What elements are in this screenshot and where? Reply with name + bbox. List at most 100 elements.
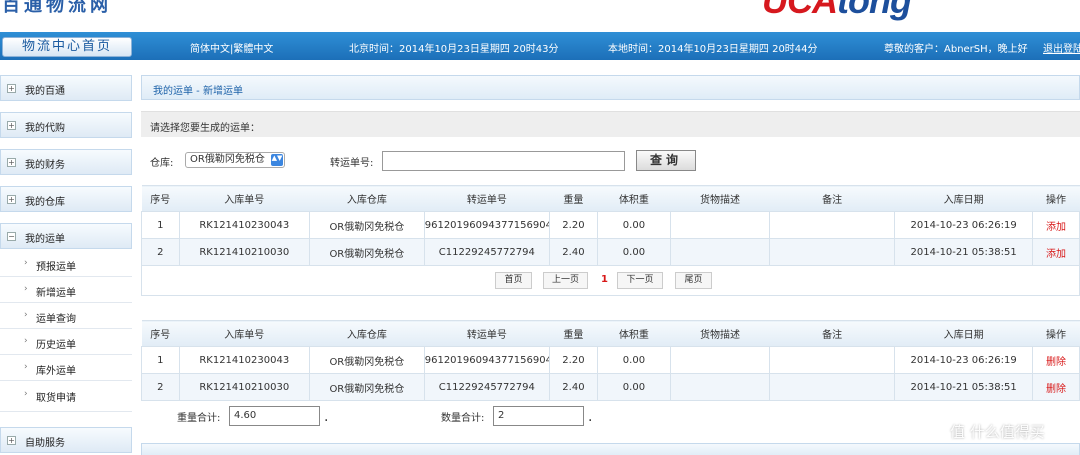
local-time: 本地时间：2014年10月23日星期四 20时44分 [608,44,818,55]
col-volume-weight: 体积重 [597,320,671,347]
expand-icon: + [7,436,16,445]
query-button[interactable]: 查询 [636,150,696,171]
sidebar-item-my-waybills[interactable]: − 我的运单 [0,223,132,249]
sidebar-subitem-forecast-waybill[interactable]: › 预报运单 [0,251,132,277]
cell-note [769,211,896,239]
sidebar-subitem-waybill-query[interactable]: › 运单查询 [0,303,132,329]
cell-description [669,373,771,401]
table-row: 1 RK121410230043 OR俄勒冈免税仓 96120196094377… [141,346,1080,374]
site-header: 百通物流网 UCAtong [0,0,1080,32]
total-count-field[interactable]: 2 [493,406,584,426]
col-note: 备注 [769,320,895,347]
first-page-button[interactable]: 首页 [495,272,532,289]
col-transfer-no: 转运单号 [424,320,550,347]
sidebar-subitem-label: 预报运单 [36,262,76,273]
cell-weight: 2.20 [548,346,598,374]
watermark: 值 什么值得买 [950,423,1045,441]
cell-transfer-no: C11229245772794 [423,238,550,266]
next-section-bar [141,443,1080,455]
warehouse-select[interactable]: OR俄勒冈免税仓 ▲▼ [185,152,285,168]
cell-warehouse: OR俄勒冈免税仓 [308,211,425,239]
col-transfer-no: 转运单号 [424,185,550,212]
sidebar-item-my-baitong[interactable]: + 我的百通 [0,75,132,101]
chevron-right-icon: › [24,336,28,346]
chevron-right-icon: › [24,389,28,399]
sidebar: + 我的百通 + 我的代购 + 我的财务 + 我的仓库 − 我的运单 › 预报运… [0,60,135,455]
sidebar-subitem-new-waybill[interactable]: › 新增运单 [0,277,132,303]
table-header-row: 序号 入库单号 入库仓库 转运单号 重量 体积重 货物描述 备注 入库日期 操作 [141,320,1080,347]
col-action: 操作 [1032,185,1080,212]
cell-description [669,211,771,239]
prev-page-button[interactable]: 上一页 [543,272,588,289]
cell-description [669,238,771,266]
col-description: 货物描述 [670,185,770,212]
next-page-button[interactable]: 下一页 [617,272,663,289]
table-row: 2 RK121410210030 OR俄勒冈免税仓 C1122924577279… [141,238,1080,266]
sidebar-subitem-label: 库外运单 [36,366,76,377]
cell-inbound-date: 2014-10-21 05:38:51 [894,373,1033,401]
delete-link[interactable]: 删除 [1031,373,1080,401]
cell-index: 2 [141,238,180,266]
cell-weight: 2.20 [548,211,598,239]
top-nav-bar: 物流中心首页 简体中文|繁體中文 北京时间：2014年10月23日星期四 20时… [0,32,1080,60]
totals-bar: 重量合计: 4.60 . 数量合计: 2 . [141,401,1080,431]
transfer-no-input[interactable] [382,151,625,171]
chevron-right-icon: › [24,258,28,268]
logout-link[interactable]: 退出登陆 [1043,40,1080,55]
main-content: 我的运单 - 新增运单 请选择您要生成的运单： 仓库: OR俄勒冈免税仓 ▲▼ … [141,75,1080,455]
filter-bar: 仓库: OR俄勒冈免税仓 ▲▼ 转运单号: 查询 [141,145,1080,175]
sidebar-item-my-warehouse[interactable]: + 我的仓库 [0,186,132,212]
pagination: 首页 上一页 1 下一页 尾页 [141,266,1080,296]
expand-icon: + [7,121,16,130]
cell-inbound-no: RK121410230043 [178,346,310,374]
prompt-bar: 请选择您要生成的运单： [141,111,1080,137]
cell-volume-weight: 0.00 [596,373,671,401]
total-weight-label: 重量合计: [177,413,221,424]
cell-inbound-date: 2014-10-23 06:26:19 [894,346,1033,374]
cell-inbound-date: 2014-10-21 05:38:51 [894,238,1033,266]
sidebar-item-my-purchasing[interactable]: + 我的代购 [0,112,132,138]
last-page-button[interactable]: 尾页 [675,272,712,289]
col-action: 操作 [1032,320,1080,347]
total-weight-field[interactable]: 4.60 [229,406,320,426]
breadcrumb: 我的运单 - 新增运单 [141,75,1080,100]
col-note: 备注 [769,185,895,212]
col-index: 序号 [141,185,180,212]
logistics-home-button[interactable]: 物流中心首页 [2,37,132,57]
cell-warehouse: OR俄勒冈免税仓 [308,373,425,401]
cell-weight: 2.40 [548,238,598,266]
delete-link[interactable]: 删除 [1031,346,1080,374]
col-warehouse: 入库仓库 [309,185,425,212]
brand-logo[interactable]: UCAtong [762,0,912,22]
total-weight-unit: . [324,409,329,425]
cell-transfer-no: 9612019609437715690403 [423,211,550,239]
cell-inbound-no: RK121410230043 [178,211,310,239]
col-weight: 重量 [549,185,598,212]
beijing-time: 北京时间：2014年10月23日星期四 20时43分 [349,44,559,55]
add-link[interactable]: 添加 [1031,238,1080,266]
sidebar-item-my-finance[interactable]: + 我的财务 [0,149,132,175]
logo-part-1: UCA [762,0,838,21]
sidebar-item-label: 我的百通 [25,86,65,97]
warehouse-select-value: OR俄勒冈免税仓 [190,154,265,165]
sidebar-subitem-label: 历史运单 [36,340,76,351]
cell-weight: 2.40 [548,373,598,401]
col-inbound-date: 入库日期 [894,320,1033,347]
sidebar-subitem-history-waybill[interactable]: › 历史运单 [0,329,132,355]
collapse-icon: − [7,232,16,241]
cell-volume-weight: 0.00 [596,238,671,266]
sidebar-subitem-pickup-request[interactable]: › 取货申请 [0,382,132,412]
warehouse-label: 仓库: [150,158,174,169]
total-count-unit: . [588,409,593,425]
sidebar-item-self-service[interactable]: + 自助服务 [0,427,132,453]
language-switch[interactable]: 简体中文|繁體中文 [190,40,273,55]
add-link[interactable]: 添加 [1031,211,1080,239]
chevron-right-icon: › [24,310,28,320]
available-parcels-table: 序号 入库单号 入库仓库 转运单号 重量 体积重 货物描述 备注 入库日期 操作… [141,185,1080,266]
expand-icon: + [7,195,16,204]
user-greeting: 尊敬的客户：AbnerSH，晚上好 [884,44,1028,55]
col-volume-weight: 体积重 [597,185,671,212]
cell-index: 2 [141,373,180,401]
current-page: 1 [601,274,608,285]
sidebar-subitem-external-waybill[interactable]: › 库外运单 [0,355,132,381]
